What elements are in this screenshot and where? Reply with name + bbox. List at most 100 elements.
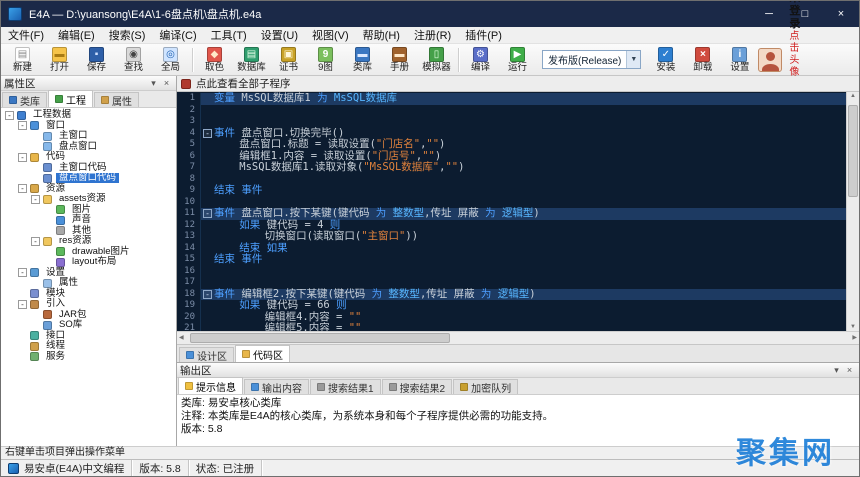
tree-item[interactable]: -assets资源: [1, 194, 176, 205]
tree-expander-icon[interactable]: -: [18, 153, 27, 162]
menu-item[interactable]: 插件(P): [458, 27, 509, 43]
code-line[interactable]: 9结束 事件: [177, 185, 846, 197]
toolbar-database-button[interactable]: ▤数据库: [233, 45, 270, 75]
tree-expander-icon[interactable]: -: [18, 184, 27, 193]
menu-item[interactable]: 编译(C): [152, 27, 203, 43]
fold-marker-icon[interactable]: -: [203, 129, 212, 138]
code-line[interactable]: 2: [177, 105, 846, 117]
toolbar-open-button[interactable]: ▬打开: [41, 45, 78, 75]
editor-mode-tab-design-area[interactable]: 设计区: [179, 347, 234, 362]
code-line[interactable]: 1变量 MsSQL数据库1 为 MsSQL数据库: [177, 93, 846, 105]
panel-collapse-icon[interactable]: ▾: [830, 365, 843, 376]
tree-item[interactable]: -工程数据: [1, 110, 176, 121]
code-line[interactable]: 21 编辑框5.内容 = "": [177, 323, 846, 331]
menu-item[interactable]: 文件(F): [1, 27, 51, 43]
panel-collapse-icon[interactable]: ▾: [147, 78, 160, 89]
tree-item[interactable]: 服务: [1, 352, 176, 363]
avatar-icon[interactable]: [758, 48, 782, 72]
project-tree[interactable]: -工程数据-窗口主窗口盘点窗口-代码主窗口代码盘点窗口代码-资源-assets资…: [1, 108, 176, 446]
tree-item[interactable]: 声音: [1, 215, 176, 226]
tree-item[interactable]: 盘点窗口: [1, 142, 176, 153]
toolbar-color-picker-button[interactable]: ◆取色: [196, 45, 233, 75]
code-line[interactable]: 8: [177, 174, 846, 186]
project-panel-tab-library[interactable]: 类库: [2, 92, 47, 107]
tree-expander-icon[interactable]: -: [18, 300, 27, 309]
menu-item[interactable]: 编辑(E): [51, 27, 102, 43]
panel-close-icon[interactable]: ×: [160, 78, 173, 88]
toolbar-global-find-button[interactable]: ◎全局: [152, 45, 189, 75]
tree-item[interactable]: SO库: [1, 320, 176, 331]
code-line[interactable]: 14 结束 如果: [177, 243, 846, 255]
tree-item[interactable]: -设置: [1, 268, 176, 279]
project-panel-tab-project[interactable]: 工程: [48, 90, 93, 107]
horizontal-scrollbar[interactable]: [177, 331, 859, 344]
menu-item[interactable]: 视图(V): [305, 27, 356, 43]
output-tab-encrypt-queue[interactable]: 加密队列: [453, 379, 518, 394]
output-tab-output-content[interactable]: 输出内容: [244, 379, 309, 394]
tree-item[interactable]: 模块: [1, 289, 176, 300]
tree-item[interactable]: -引入: [1, 299, 176, 310]
vertical-scrollbar-thumb[interactable]: [848, 105, 858, 197]
toolbar-install-button[interactable]: ✓安装: [647, 45, 684, 75]
tree-item[interactable]: 接口: [1, 331, 176, 342]
tree-item[interactable]: - 代码: [1, 152, 176, 163]
project-panel-tab-property[interactable]: 属性: [94, 92, 139, 107]
toolbar-uninstall-button[interactable]: ×卸载: [684, 45, 721, 75]
open-icon: ▬: [52, 47, 67, 62]
code-token: "": [349, 311, 362, 323]
tree-item[interactable]: 主窗口: [1, 131, 176, 142]
code-token: 编辑框2.按下某键(键代码: [235, 288, 372, 300]
tree-item[interactable]: JAR包: [1, 310, 176, 321]
toolbar-nine-patch-button[interactable]: 99图: [307, 45, 344, 75]
output-tab-search-result-2[interactable]: 搜索结果2: [382, 379, 453, 394]
editor-mode-tab-code-area[interactable]: 代码区: [235, 345, 290, 362]
line-number: 5: [177, 139, 201, 151]
toolbar-certificate-button[interactable]: ▣证书: [270, 45, 307, 75]
code-line[interactable]: 16: [177, 266, 846, 278]
tree-item[interactable]: layout布局: [1, 257, 176, 268]
fold-marker-icon[interactable]: -: [203, 290, 212, 299]
tree-expander-icon[interactable]: -: [18, 268, 27, 277]
code-line[interactable]: 15结束 事件: [177, 254, 846, 266]
close-button[interactable]: ×: [823, 1, 859, 27]
install-icon: ✓: [658, 47, 673, 62]
fold-marker-icon[interactable]: -: [203, 209, 212, 218]
code-editor[interactable]: 1变量 MsSQL数据库1 为 MsSQL数据库234-事件 盘点窗口.切换完毕…: [177, 92, 846, 331]
release-dropdown[interactable]: 发布版(Release) ▼: [542, 50, 641, 69]
panel-close-icon[interactable]: ×: [843, 365, 856, 375]
menu-item[interactable]: 帮助(H): [356, 27, 407, 43]
tree-item[interactable]: 属性: [1, 278, 176, 289]
output-tab-hint-info[interactable]: 提示信息: [178, 377, 243, 394]
menu-item[interactable]: 搜索(S): [102, 27, 153, 43]
toolbar-manual-button[interactable]: ▬手册: [381, 45, 418, 75]
horizontal-scrollbar-thumb[interactable]: [190, 333, 450, 343]
subroutine-list-button[interactable]: 点此查看全部子程序: [177, 76, 859, 92]
tree-expander-icon[interactable]: -: [5, 111, 14, 120]
toolbar-compile-button[interactable]: ⚙编译: [462, 45, 499, 75]
tree-expander-icon[interactable]: -: [31, 195, 40, 204]
toolbar-settings-button[interactable]: i设置: [721, 45, 758, 75]
tree-item[interactable]: 线程: [1, 341, 176, 352]
menu-item[interactable]: 设置(U): [254, 27, 305, 43]
tree-item-label: 代码: [43, 152, 68, 162]
toolbar-find-button[interactable]: ◉查找: [115, 45, 152, 75]
toolbar-new-button[interactable]: ▤新建: [4, 45, 41, 75]
menu-item[interactable]: 工具(T): [204, 27, 254, 43]
toolbar-emulator-button[interactable]: ▯模拟器: [418, 45, 455, 75]
menu-item[interactable]: 注册(R): [407, 27, 458, 43]
toolbar-run-button[interactable]: ▶运行: [499, 45, 536, 75]
tree-item[interactable]: -窗口: [1, 121, 176, 132]
tree-expander-icon[interactable]: -: [18, 121, 27, 130]
code-line-body: 结束 如果: [201, 243, 846, 255]
output-tab-search-result-1[interactable]: 搜索结果1: [310, 379, 381, 394]
code-token: ,传址 屏蔽: [420, 288, 481, 300]
toolbar-library-button[interactable]: ▬类库: [344, 45, 381, 75]
tree-item[interactable]: 盘点窗口代码: [1, 173, 176, 184]
tree-item[interactable]: -res资源: [1, 236, 176, 247]
code-line[interactable]: 7 MsSQL数据库1.读取对象("MsSQL数据库",""): [177, 162, 846, 174]
tree-expander-icon[interactable]: -: [31, 237, 40, 246]
line-number: 19: [177, 300, 201, 312]
tree-item-icon: [43, 174, 52, 183]
toolbar-save-button[interactable]: ▪保存: [78, 45, 115, 75]
vertical-scrollbar[interactable]: [846, 92, 859, 331]
